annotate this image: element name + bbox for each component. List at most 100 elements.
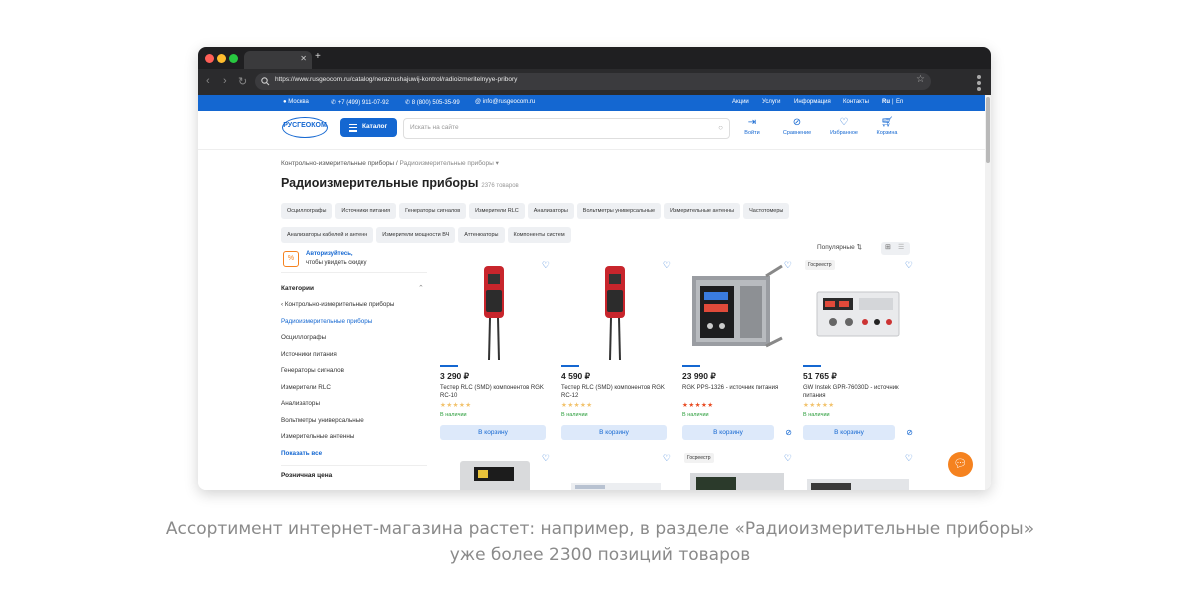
sidebar-item-signal-generators[interactable]: Генераторы сигналов <box>281 367 431 384</box>
product-card[interactable]: ♡ 4 590 ₽ Тестер RLC (SMD) компонентов R… <box>561 260 671 440</box>
top-link-promos[interactable]: Акции <box>732 99 749 105</box>
favorite-heart-icon[interactable]: ♡ <box>663 453 671 464</box>
product-image[interactable] <box>803 453 913 490</box>
product-card[interactable]: ♡ 23 990 ₽ RGK PPS-1326 - источник питан… <box>682 260 792 440</box>
reload-icon[interactable]: ↻ <box>238 75 247 88</box>
chip-cable-antenna-analyzers[interactable]: Анализаторы кабелей и антенн <box>281 227 374 243</box>
sidebar-item-rlc-meters[interactable]: Измерители RLC <box>281 384 431 401</box>
chip-system-components[interactable]: Компоненты систем <box>507 227 571 243</box>
new-tab-icon[interactable]: + <box>315 51 321 62</box>
breadcrumb-parent[interactable]: Контрольно-измерительные приборы <box>281 160 394 167</box>
show-all-link[interactable]: Показать все <box>281 450 431 467</box>
top-link-info[interactable]: Информация <box>794 99 831 105</box>
product-card[interactable]: ♡ 3 290 ₽ Тестер RLC (SMD) компонентов R… <box>440 260 550 440</box>
maximize-window-button[interactable] <box>229 54 238 63</box>
favorite-heart-icon[interactable]: ♡ <box>784 260 792 271</box>
chip-universal-voltmeters[interactable]: Вольтметры универсальные <box>576 203 662 219</box>
phone-link-1[interactable]: ✆ +7 (499) 911-07-92 <box>331 99 389 106</box>
product-image[interactable] <box>440 453 550 490</box>
product-image[interactable] <box>561 264 671 361</box>
favorite-heart-icon[interactable]: ♡ <box>663 260 671 271</box>
chip-frequency-counters[interactable]: Частотомеры <box>743 203 790 219</box>
chip-attenuators[interactable]: Аттенюаторы <box>458 227 505 243</box>
price-filter-heading[interactable]: Розничная цена <box>281 472 332 479</box>
grid-view-icon[interactable]: ⊞ <box>885 243 891 251</box>
chevron-up-icon[interactable]: ⌃ <box>418 284 424 292</box>
product-card[interactable]: Госреестр ♡ 51 765 ₽ GW Instek GPR-76030… <box>803 260 913 440</box>
favorite-heart-icon[interactable]: ♡ <box>905 453 913 464</box>
add-to-cart-button[interactable]: В корзину <box>440 425 546 440</box>
state-registry-badge: Госреестр <box>684 453 714 463</box>
chip-power-supplies[interactable]: Источники питания <box>335 203 397 219</box>
scrollbar[interactable] <box>985 95 991 490</box>
top-link-contacts[interactable]: Контакты <box>843 99 869 105</box>
cart-button[interactable]: 🛒︎ Корзина <box>865 117 909 136</box>
chevron-down-icon[interactable]: ▾ <box>496 160 499 167</box>
product-card[interactable]: ♡ <box>561 453 671 490</box>
bookmark-star-icon[interactable]: ☆ <box>916 74 925 85</box>
scrollbar-thumb[interactable] <box>986 97 990 163</box>
search-icon[interactable]: ○ <box>718 123 723 132</box>
browser-menu-icon[interactable] <box>977 75 981 93</box>
product-name[interactable]: GW Instek GPR-76030D - источник питания <box>803 384 915 400</box>
product-card[interactable]: Госреестр ♡ <box>682 453 792 490</box>
add-to-cart-button[interactable]: В корзину <box>682 425 774 440</box>
product-card[interactable]: ♡ <box>803 453 913 490</box>
list-view-icon[interactable]: ☰ <box>898 243 904 251</box>
breadcrumb-current[interactable]: Радиоизмерительные приборы <box>400 160 494 167</box>
top-link-services[interactable]: Услуги <box>762 99 780 105</box>
add-to-cart-button[interactable]: В корзину <box>561 425 667 440</box>
product-name[interactable]: Тестер RLC (SMD) компонентов RGK RC-10 <box>440 384 552 400</box>
categories-heading[interactable]: Категории <box>281 285 314 292</box>
product-image[interactable] <box>803 264 913 360</box>
favorite-heart-icon[interactable]: ♡ <box>542 453 550 464</box>
favorite-heart-icon[interactable]: ♡ <box>784 453 792 464</box>
forward-icon[interactable]: › <box>223 75 227 87</box>
compare-button[interactable]: ⊘ Сравнение <box>775 117 819 136</box>
address-bar[interactable]: https://www.rusgeocom.ru/catalog/nerazru… <box>255 73 931 90</box>
catalog-button[interactable]: Каталог <box>340 118 397 137</box>
product-name[interactable]: Тестер RLC (SMD) компонентов RGK RC-12 <box>561 384 673 400</box>
sidebar-item-voltmeters[interactable]: Вольтметры универсальные <box>281 417 431 434</box>
chip-rlc-meters[interactable]: Измерители RLC <box>469 203 525 219</box>
chat-button[interactable]: 💬︎ <box>948 452 973 477</box>
close-window-button[interactable] <box>205 54 214 63</box>
chip-rf-power-meters[interactable]: Измерители мощности ВЧ <box>376 227 456 243</box>
sidebar-item-antennas[interactable]: Измерительные антенны <box>281 433 431 450</box>
sidebar-item-radio-instruments[interactable]: Радиоизмерительные приборы <box>281 318 431 335</box>
lang-ru[interactable]: Ru <box>882 99 890 105</box>
product-image[interactable] <box>440 264 550 361</box>
favorites-button[interactable]: ♡ Избранное <box>822 117 866 136</box>
minimize-window-button[interactable] <box>217 54 226 63</box>
sidebar-item-oscilloscopes[interactable]: Осциллографы <box>281 334 431 351</box>
chip-measuring-antennas[interactable]: Измерительные антенны <box>664 203 741 219</box>
favorite-heart-icon[interactable]: ♡ <box>905 260 913 271</box>
compare-icon[interactable]: ⊘ <box>785 428 792 437</box>
location-link[interactable]: ● Москва <box>283 99 309 105</box>
sidebar-item-power-supplies[interactable]: Источники питания <box>281 351 431 368</box>
compare-icon[interactable]: ⊘ <box>906 428 913 437</box>
browser-tab[interactable]: ✕ <box>244 51 312 69</box>
email-link[interactable]: @ info@rusgeocom.ru <box>475 99 535 105</box>
auth-promo[interactable]: % Авторизуйтесь, чтобы увидеть скидку <box>281 248 427 273</box>
product-image[interactable] <box>561 453 671 490</box>
add-to-cart-button[interactable]: В корзину <box>803 425 895 440</box>
chip-analyzers[interactable]: Анализаторы <box>527 203 574 219</box>
phone-link-2[interactable]: ✆ 8 (800) 505-35-99 <box>405 99 460 106</box>
back-icon[interactable]: ‹ <box>206 75 210 87</box>
product-image[interactable] <box>682 264 792 360</box>
chip-signal-generators[interactable]: Генераторы сигналов <box>399 203 467 219</box>
auth-title[interactable]: Авторизуйтесь, <box>306 251 353 257</box>
site-logo[interactable]: РУСГЕОКОМ <box>282 117 328 138</box>
login-button[interactable]: ⇥ Войти <box>730 117 774 136</box>
sidebar-item-analyzers[interactable]: Анализаторы <box>281 400 431 417</box>
site-search-input[interactable]: Искать на сайте ○ <box>403 118 730 139</box>
sort-dropdown[interactable]: Популярные ⇅ <box>817 243 862 251</box>
lang-en[interactable]: En <box>896 99 903 105</box>
product-name[interactable]: RGK PPS-1326 - источник питания <box>682 384 794 392</box>
favorite-heart-icon[interactable]: ♡ <box>542 260 550 271</box>
product-card[interactable]: ♡ <box>440 453 550 490</box>
chip-oscilloscopes[interactable]: Осциллографы <box>281 203 333 219</box>
sidebar-back-link[interactable]: ‹ Контрольно-измерительные приборы <box>281 301 431 318</box>
close-tab-icon[interactable]: ✕ <box>300 54 307 63</box>
